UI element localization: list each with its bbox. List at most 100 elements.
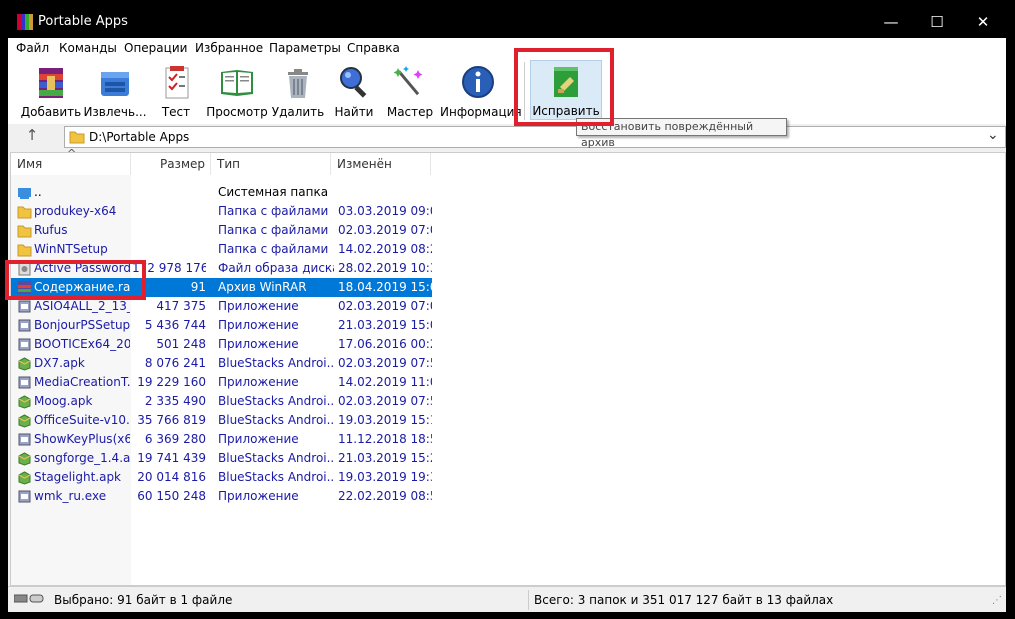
- folder-icon: [17, 225, 32, 238]
- file-modified: 21.03.2019 15:08: [338, 318, 432, 332]
- file-type: Папка с файлами: [218, 242, 329, 256]
- minimize-button[interactable]: —: [868, 6, 914, 38]
- file-row[interactable]: .. Системная папка: [11, 183, 432, 202]
- menu-favorites[interactable]: Избранное: [195, 41, 263, 55]
- file-modified: 02.03.2019 07:06: [338, 223, 432, 237]
- delete-button[interactable]: Удалить: [270, 62, 326, 120]
- file-modified: 19.03.2019 15:17: [338, 413, 432, 427]
- file-list[interactable]: Имя ^ Размер Тип Изменён .. Системная пап…: [10, 147, 1006, 586]
- status-divider: [528, 590, 529, 610]
- file-modified: 21.03.2019 15:25: [338, 451, 432, 465]
- file-type: Папка с файлами: [218, 204, 329, 218]
- file-row[interactable]: OfficeSuite-v10.... 35 766 819 BlueStacks …: [11, 411, 432, 430]
- app-icon: [18, 338, 31, 351]
- file-size: 35 766 819: [137, 413, 206, 427]
- menu-options[interactable]: Параметры: [269, 41, 341, 55]
- file-row[interactable]: songforge_1.4.apk 19 741 439 BlueStacks An…: [11, 449, 432, 468]
- view-button[interactable]: Просмотр: [204, 62, 270, 120]
- file-row[interactable]: MediaCreationT... 19 229 160 Приложение 14.…: [11, 373, 432, 392]
- file-type: Папка с файлами: [218, 223, 329, 237]
- menu-help[interactable]: Справка: [347, 41, 400, 55]
- file-row[interactable]: BOOTICEx64_20... 501 248 Приложение 17.06.2…: [11, 335, 432, 354]
- file-type: Архив WinRAR: [218, 280, 307, 294]
- file-name: songforge_1.4.apk: [34, 451, 130, 465]
- file-row[interactable]: Stagelight.apk 20 014 816 BlueStacks Andro…: [11, 468, 432, 487]
- column-header-type-label: Тип: [217, 157, 240, 171]
- file-size: 417 375: [156, 299, 206, 313]
- folder-icon: [17, 206, 32, 219]
- resize-grip-icon[interactable]: ⋰: [992, 595, 1002, 606]
- menu-commands[interactable]: Команды: [59, 41, 117, 55]
- file-row[interactable]: DX7.apk 8 076 241 BlueStacks Androi... 02.0…: [11, 354, 432, 373]
- file-size: 6 369 280: [144, 432, 206, 446]
- column-header-size[interactable]: Размер: [131, 153, 211, 175]
- column-header-modified[interactable]: Изменён: [331, 153, 431, 175]
- close-button[interactable]: ✕: [960, 6, 1006, 38]
- file-type: Приложение: [218, 432, 299, 446]
- status-total: Всего: 3 папок и 351 017 127 байт в 13 ф…: [534, 593, 834, 607]
- file-type: BlueStacks Androi...: [218, 356, 334, 370]
- menu-file[interactable]: Файл: [16, 41, 49, 55]
- wizard-button[interactable]: Мастер: [382, 62, 438, 120]
- path-field[interactable]: D:\Portable Apps ⌄: [64, 126, 1006, 148]
- file-row[interactable]: BonjourPSSetup... 5 436 744 Приложение 21.0…: [11, 316, 432, 335]
- file-modified: 03.03.2019 09:05: [338, 204, 432, 218]
- file-row[interactable]: produkey-x64 Папка с файлами 03.03.2019 09…: [11, 202, 432, 221]
- file-size: 20 014 816: [137, 470, 206, 484]
- file-row[interactable]: Moog.apk 2 335 490 BlueStacks Androi... 02.…: [11, 392, 432, 411]
- file-size: 5 436 744: [144, 318, 206, 332]
- up-folder-button[interactable]: ↑: [22, 126, 42, 146]
- file-modified: 02.03.2019 07:59: [338, 356, 432, 370]
- add-label: Добавить: [20, 105, 82, 119]
- status-bar: Выбрано: 91 байт в 1 файле Всего: 3 папо…: [8, 586, 1006, 612]
- apk-icon: [18, 471, 31, 485]
- path-dropdown-icon[interactable]: ⌄: [987, 127, 999, 143]
- delete-label: Удалить: [271, 105, 325, 119]
- file-size: 8 076 241: [144, 356, 206, 370]
- file-name: wmk_ru.exe: [34, 489, 107, 503]
- file-modified: 14.02.2019 08:22: [338, 242, 432, 256]
- apk-icon: [18, 452, 31, 466]
- file-type: BlueStacks Androi...: [218, 451, 334, 465]
- file-row[interactable]: WinNTSetup Папка с файлами 14.02.2019 08:2…: [11, 240, 432, 259]
- wizard-icon: [393, 66, 423, 96]
- test-button[interactable]: Тест: [148, 62, 204, 120]
- extract-label: Извлечь...: [83, 105, 147, 119]
- file-row[interactable]: ShowKeyPlus(x6... 6 369 280 Приложение 11.1…: [11, 430, 432, 449]
- column-header-size-label: Размер: [159, 157, 205, 171]
- find-button[interactable]: Найти: [326, 62, 382, 120]
- column-header-name-label: Имя: [17, 157, 43, 171]
- file-name: OfficeSuite-v10....: [34, 413, 130, 427]
- parent-folder-icon: [18, 188, 31, 199]
- menu-operations[interactable]: Операции: [124, 41, 187, 55]
- file-modified: 19.03.2019 19:36: [338, 470, 432, 484]
- file-modified: 17.06.2016 00:25: [338, 337, 432, 351]
- column-header-type[interactable]: Тип: [211, 153, 331, 175]
- file-size: 2 335 490: [144, 394, 206, 408]
- file-name: DX7.apk: [34, 356, 85, 370]
- extract-icon: [101, 72, 129, 96]
- file-type: Файл образа диска: [218, 261, 334, 275]
- file-name: BOOTICEx64_20...: [34, 337, 130, 351]
- delete-icon: [288, 69, 308, 98]
- info-button[interactable]: Информация: [440, 62, 522, 120]
- file-type: Приложение: [218, 375, 299, 389]
- title-bar[interactable]: Portable Apps — ☐ ✕: [8, 6, 1006, 38]
- file-name: WinNTSetup: [34, 242, 108, 256]
- file-name: ShowKeyPlus(x6...: [34, 432, 130, 446]
- address-bar: ↑ D:\Portable Apps ⌄: [8, 124, 1006, 150]
- maximize-button[interactable]: ☐: [914, 6, 960, 38]
- file-row[interactable]: wmk_ru.exe 60 150 248 Приложение 22.02.2019…: [11, 487, 432, 506]
- add-button[interactable]: Добавить: [20, 62, 82, 120]
- toolbar: Добавить Извлечь... Тест Просмотр Удалит…: [8, 58, 1006, 124]
- file-size: 19 741 439: [137, 451, 206, 465]
- file-name: ..: [34, 185, 42, 199]
- file-name: MediaCreationT...: [34, 375, 130, 389]
- extract-button[interactable]: Извлечь...: [82, 62, 148, 120]
- folder-icon: [69, 131, 85, 144]
- info-icon: [462, 66, 494, 98]
- folder-icon: [17, 244, 32, 257]
- file-row[interactable]: Rufus Папка с файлами 02.03.2019 07:06: [11, 221, 432, 240]
- wizard-label: Мастер: [386, 105, 434, 119]
- test-icon: [165, 66, 189, 99]
